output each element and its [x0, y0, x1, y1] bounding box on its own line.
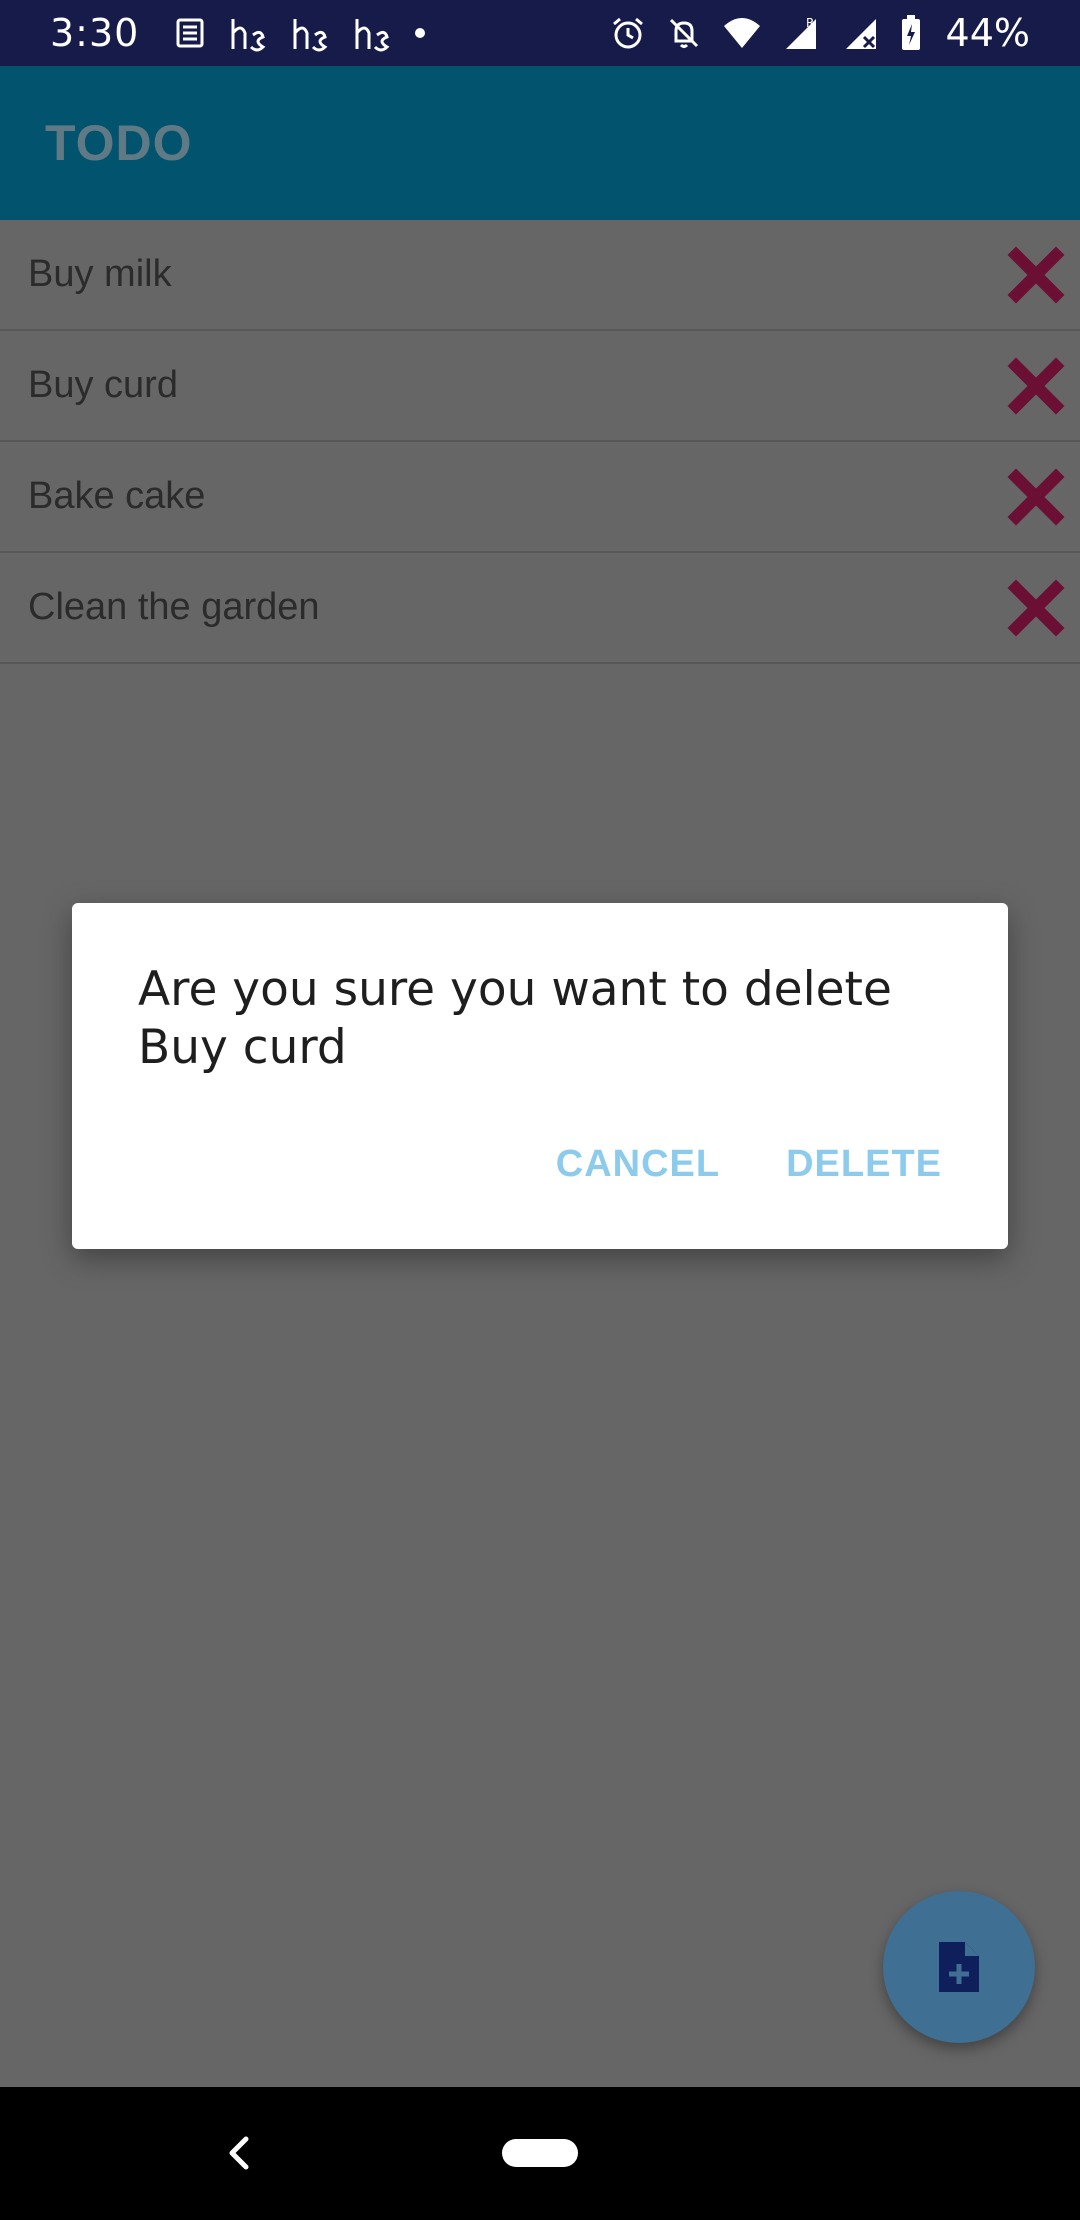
hs-icon [355, 19, 390, 52]
hs-icon [293, 19, 328, 52]
wifi-icon [723, 18, 760, 48]
status-time: 3:30 [50, 11, 140, 55]
delete-x-icon[interactable] [1006, 467, 1066, 527]
alarm-icon [612, 17, 643, 49]
signal-r-icon: R [785, 16, 816, 49]
todo-item[interactable]: Buy curd [0, 331, 1080, 442]
dot-icon [415, 28, 426, 38]
todo-label: Buy curd [28, 364, 178, 406]
todo-label: Bake cake [28, 475, 206, 517]
add-todo-fab[interactable] [883, 1891, 1035, 2043]
todo-label: Clean the garden [28, 586, 320, 628]
delete-confirm-dialog: Are you sure you want to delete Buy curd… [72, 903, 1008, 1249]
cancel-button[interactable]: CANCEL [556, 1143, 720, 1186]
system-nav-bar [0, 2087, 1080, 2220]
todo-item[interactable]: Clean the garden [0, 553, 1080, 664]
bell-off-icon [669, 18, 698, 48]
delete-x-icon[interactable] [1006, 356, 1066, 416]
home-pill[interactable] [502, 2139, 578, 2167]
svg-text:R: R [806, 16, 814, 30]
add-note-icon [939, 1942, 979, 1992]
delete-button[interactable]: DELETE [786, 1143, 942, 1186]
signal-x-icon [845, 19, 876, 49]
todo-list: Buy milk Buy curd Bake cake Clean the ga… [0, 220, 1080, 664]
dialog-message: Are you sure you want to delete Buy curd [138, 962, 892, 1075]
delete-x-icon[interactable] [1006, 578, 1066, 638]
status-bar: 3:30 R 44% [0, 0, 1080, 66]
back-icon[interactable] [224, 2133, 254, 2173]
app-title: TODO [45, 115, 193, 171]
battery-charging-icon [901, 15, 920, 50]
dialog-actions: CANCEL DELETE [490, 1143, 942, 1186]
battery-percentage: 44% [945, 11, 1030, 55]
todo-label: Buy milk [28, 253, 172, 295]
todo-item[interactable]: Bake cake [0, 442, 1080, 553]
todo-item[interactable]: Buy milk [0, 220, 1080, 331]
news-icon [176, 18, 204, 48]
app-bar: TODO [0, 66, 1080, 220]
hs-icon [231, 19, 266, 52]
delete-x-icon[interactable] [1006, 245, 1066, 305]
